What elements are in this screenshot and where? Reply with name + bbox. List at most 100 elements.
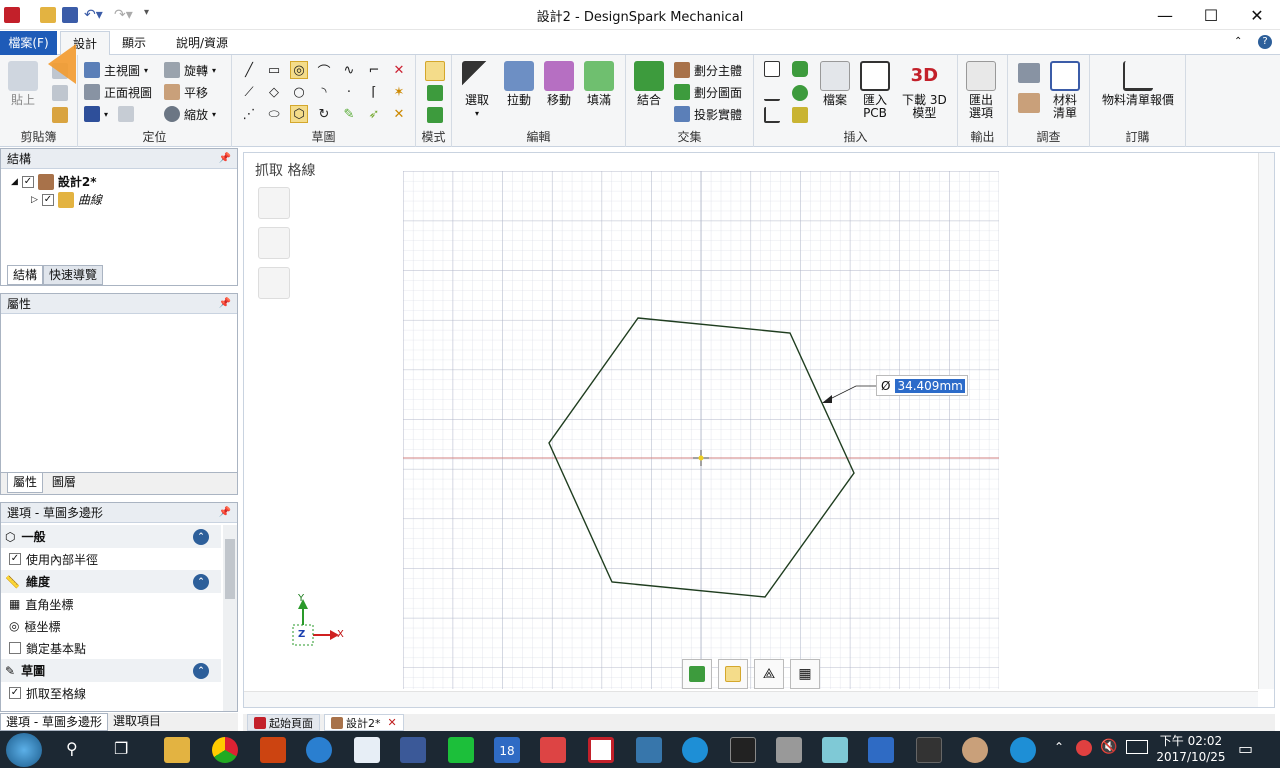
maximize-button[interactable]: ☐ (1188, 0, 1234, 30)
chrome-icon[interactable] (212, 737, 238, 763)
paint-icon[interactable] (962, 737, 988, 763)
collapse-section-icon[interactable]: ⌃ (193, 662, 209, 679)
option-lock-base[interactable]: 鎖定基本點 (1, 637, 221, 659)
expand-icon[interactable]: ▷ (31, 195, 38, 205)
front-view-button[interactable]: 正面視圖 (84, 81, 152, 103)
collapse-icon[interactable]: ◢ (11, 177, 18, 187)
three-point-circle-icon[interactable]: ○ (290, 83, 308, 101)
bom-button[interactable]: 材料 清單 (1050, 61, 1080, 120)
split-body-button[interactable]: 劃分主體 (674, 59, 742, 81)
extend-icon[interactable]: ✶ (390, 83, 408, 101)
snap-grid-checkbox[interactable]: ✓ (9, 687, 21, 699)
edit-sketch-icon[interactable]: ✎ (340, 105, 358, 123)
clock[interactable]: 下午 02:02 2017/10/25 (1156, 733, 1226, 765)
shell-icon[interactable] (792, 107, 808, 123)
design-viewport[interactable]: 抓取 格線 Y X Z Ø 34.409mm ⟁ ▦ (243, 152, 1275, 708)
app-elephant-icon[interactable] (776, 737, 802, 763)
lock-base-checkbox[interactable] (9, 642, 21, 654)
arc-icon[interactable]: ⌒ (315, 61, 333, 80)
home-view-button[interactable]: 主視圖 ▾ (84, 59, 148, 81)
app-capture-icon[interactable] (916, 737, 942, 763)
split-face-button[interactable]: 劃分圖面 (674, 81, 742, 103)
bom-quote-button[interactable]: 物料清單報價 (1098, 61, 1178, 107)
line-icon[interactable] (448, 737, 474, 763)
tab-design2[interactable]: 設計2* ✕ (324, 714, 404, 731)
pin-icon[interactable]: 📌 (219, 503, 231, 523)
python-icon[interactable] (636, 737, 662, 763)
split-line-icon[interactable]: ✕ (390, 105, 408, 123)
section-dimension[interactable]: 📏 維度 ⌃ (1, 570, 221, 593)
project-button[interactable]: 投影實體 (674, 103, 742, 125)
bend-icon[interactable]: ➶ (365, 105, 383, 123)
trim-icon[interactable]: ✕ (390, 61, 408, 79)
file-explorer-icon[interactable] (164, 737, 190, 763)
internal-radius-checkbox[interactable]: ✓ (9, 553, 21, 565)
import-pcb-button[interactable]: 匯入 PCB (860, 61, 890, 120)
tangent-line-icon[interactable]: ⟋ (240, 83, 258, 101)
rectangle-icon[interactable]: ▭ (265, 61, 283, 79)
sketch-mode-icon[interactable] (425, 61, 445, 81)
keyboard-icon[interactable] (1126, 740, 1148, 754)
tangent-arc-icon[interactable]: ◝ (315, 83, 333, 101)
horizontal-scrollbar[interactable] (244, 691, 1258, 707)
grid-toggle-button[interactable]: ▦ (790, 659, 820, 689)
zoom-button[interactable]: 縮放 ▾ (164, 103, 216, 125)
collapse-ribbon-icon[interactable]: ⌃ (1234, 36, 1242, 47)
help-icon[interactable]: ? (1258, 35, 1272, 49)
pan-button[interactable]: 平移 (164, 81, 208, 103)
paste-button[interactable]: 貼上 (8, 61, 38, 107)
view-cube-button[interactable]: ▾ (84, 103, 135, 125)
calendar-icon[interactable]: 18 (494, 737, 520, 763)
sketch-mode-button[interactable] (718, 659, 748, 689)
plan-view-button[interactable]: ⟁ (754, 659, 784, 689)
sphere-icon[interactable] (792, 85, 808, 101)
option-polar[interactable]: ◎ 極坐標 (1, 615, 221, 637)
move-button[interactable]: 移動 (544, 61, 574, 107)
pin-icon[interactable]: 📌 (219, 149, 231, 169)
app-folder-icon[interactable] (868, 737, 894, 763)
export-options-button[interactable]: 匯出 選項 (966, 61, 996, 120)
ellipse-icon[interactable]: ⬭ (265, 105, 283, 123)
format-painter-icon[interactable] (52, 107, 68, 123)
sweep-arc-icon[interactable]: ↻ (315, 105, 333, 123)
tab-properties[interactable]: 屬性 (7, 473, 44, 493)
option-cartesian[interactable]: ▦ 直角坐標 (1, 593, 221, 615)
select-button[interactable]: 選取 ▾ (462, 61, 492, 120)
construction-line-icon[interactable]: ⋰ (240, 105, 258, 123)
option-internal-radius[interactable]: ✓ 使用內部半徑 (1, 548, 221, 570)
insert-file-button[interactable]: 檔案 (820, 61, 850, 107)
copy-icon[interactable] (52, 85, 68, 101)
axis-icon[interactable] (764, 85, 780, 101)
root-checkbox[interactable]: ✓ (21, 175, 34, 188)
notification-icon[interactable]: ▭ (1238, 739, 1253, 758)
collapse-section-icon[interactable]: ⌃ (193, 528, 209, 545)
vertical-scrollbar[interactable] (1258, 153, 1274, 689)
minimize-button[interactable]: — (1142, 0, 1188, 30)
tray-app-icon[interactable] (1076, 740, 1092, 756)
acrobat-icon[interactable] (260, 737, 286, 763)
return-3d-button[interactable] (682, 659, 712, 689)
search-icon[interactable]: ⚲ (66, 739, 78, 758)
measure-icon[interactable] (1018, 63, 1040, 83)
ie-icon[interactable] (306, 737, 332, 763)
tab-layers[interactable]: 圖層 (47, 473, 81, 493)
close-tab-icon[interactable]: ✕ (388, 716, 397, 729)
tree-child[interactable]: ▷ ✓ 曲線 (31, 191, 102, 208)
tree-root[interactable]: ◢ ✓ 設計2* (11, 173, 97, 190)
tray-expand-icon[interactable]: ⌃ (1054, 740, 1064, 754)
volume-mute-icon[interactable]: 🔇 (1100, 739, 1117, 755)
diameter-input[interactable]: 34.409mm (895, 378, 965, 393)
app-window-icon[interactable] (354, 737, 380, 763)
three-point-rectangle-icon[interactable]: ◇ (265, 83, 283, 101)
teamviewer-icon[interactable] (1010, 737, 1036, 763)
circle-icon[interactable]: ◎ (290, 61, 308, 79)
scrollbar-thumb[interactable] (225, 539, 235, 599)
offset-icon[interactable]: ⌐ (365, 61, 383, 79)
section-general[interactable]: ⬡ 一般 ⌃ (1, 525, 221, 548)
origin-icon[interactable] (764, 107, 780, 123)
download-3d-button[interactable]: 3D 下載 3D 模型 (902, 61, 947, 120)
line-icon[interactable]: ╱ (240, 61, 258, 79)
start-button[interactable] (6, 733, 42, 767)
options-scrollbar[interactable] (223, 525, 237, 711)
tab-options[interactable]: 選項 - 草圖多邊形 (0, 713, 108, 731)
